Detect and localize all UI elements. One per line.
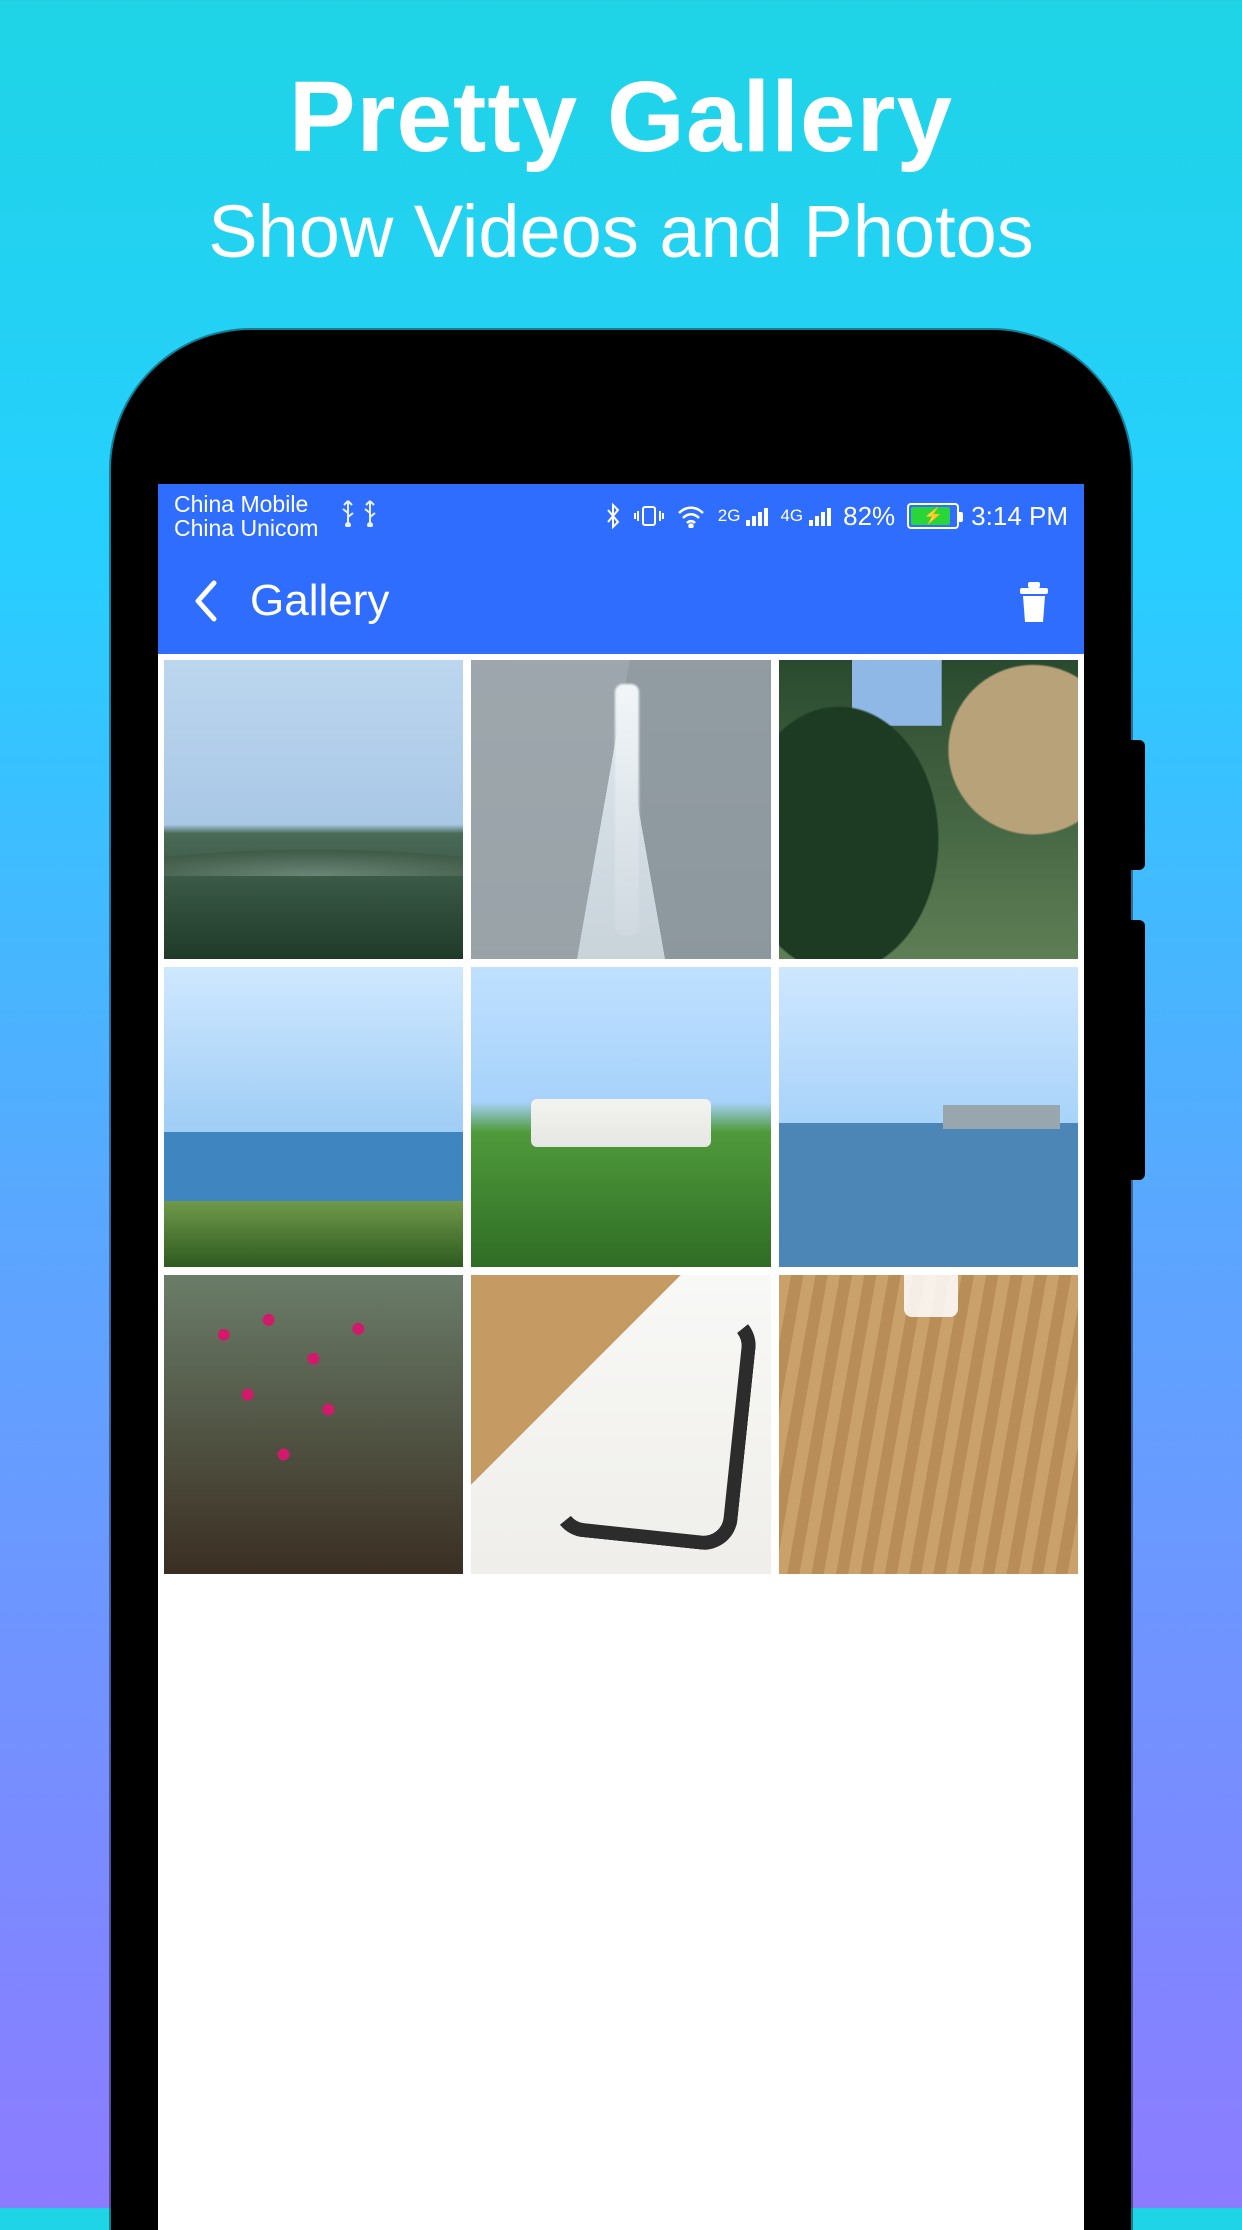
gallery-thumb[interactable] — [471, 1275, 770, 1574]
wifi-icon — [676, 504, 706, 528]
clock: 3:14 PM — [971, 501, 1068, 532]
phone-screen: China Mobile China Unicom — [158, 484, 1084, 2230]
trash-icon — [1014, 578, 1054, 624]
carrier-2: China Unicom — [174, 516, 318, 540]
gallery-thumb[interactable] — [164, 1275, 463, 1574]
phone-side-button — [1131, 920, 1145, 1180]
status-bar: China Mobile China Unicom — [158, 484, 1084, 548]
carrier-labels: China Mobile China Unicom — [174, 492, 318, 540]
phone-side-button — [1131, 740, 1145, 870]
delete-button[interactable] — [1008, 575, 1060, 627]
gallery-grid[interactable] — [158, 654, 1084, 1580]
hero-subtitle: Show Videos and Photos — [0, 189, 1242, 274]
usb-icon — [362, 499, 378, 534]
bluetooth-icon — [604, 502, 622, 530]
vibrate-icon — [634, 504, 664, 528]
gallery-thumb[interactable] — [779, 967, 1078, 1266]
usb-icon — [340, 499, 356, 534]
battery-icon: ⚡ — [907, 503, 959, 529]
usb-icons — [340, 499, 378, 534]
back-button[interactable] — [182, 577, 230, 625]
signal-4g: 4G — [780, 506, 831, 526]
app-bar: Gallery — [158, 548, 1084, 654]
promo-hero: Pretty Gallery Show Videos and Photos — [0, 0, 1242, 274]
chevron-left-icon — [192, 579, 220, 623]
gallery-thumb[interactable] — [471, 967, 770, 1266]
gallery-thumb[interactable] — [164, 967, 463, 1266]
gallery-thumb[interactable] — [471, 660, 770, 959]
gallery-thumb[interactable] — [164, 660, 463, 959]
phone-mockup: China Mobile China Unicom — [111, 330, 1131, 2230]
gallery-thumb[interactable] — [779, 1275, 1078, 1574]
hero-title: Pretty Gallery — [0, 60, 1242, 175]
carrier-1: China Mobile — [174, 492, 318, 516]
battery-percent: 82% — [843, 501, 895, 532]
gallery-thumb[interactable] — [779, 660, 1078, 959]
app-bar-title: Gallery — [250, 576, 389, 626]
signal-2g: 2G — [718, 506, 769, 526]
